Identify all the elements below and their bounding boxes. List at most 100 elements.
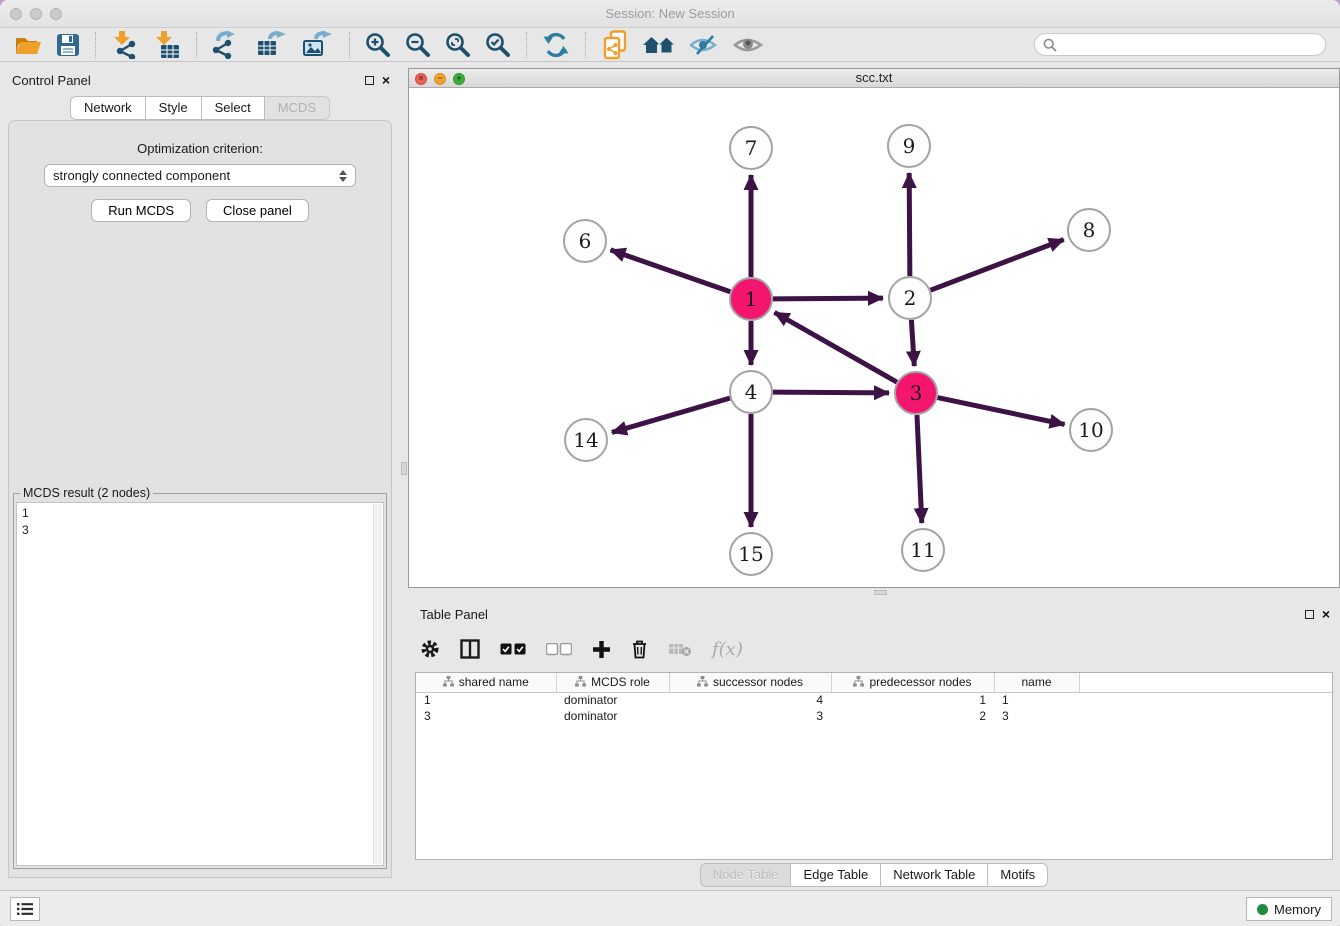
zoom-out-button[interactable] <box>398 30 438 60</box>
optimization-criterion-label: Optimization criterion: <box>9 141 391 156</box>
export-network-button[interactable] <box>205 30 249 60</box>
optimization-criterion-select[interactable]: strongly connected component <box>44 164 356 187</box>
table-cell[interactable]: 4 <box>669 692 831 708</box>
horizontal-splitter[interactable] <box>408 588 1340 596</box>
column-header-shared-name[interactable]: shared name <box>416 673 556 692</box>
table-cell[interactable]: 1 <box>416 692 556 708</box>
zoom-out-icon <box>405 32 431 58</box>
control-panel-title: Control Panel <box>12 73 365 88</box>
select-all-button[interactable] <box>500 643 526 656</box>
status-bar: Memory <box>0 890 1340 926</box>
graph-edge[interactable] <box>773 392 889 393</box>
table-cell[interactable]: 3 <box>416 708 556 724</box>
show-column-button[interactable] <box>460 639 480 659</box>
graph-node-label: 6 <box>579 229 592 253</box>
graph-edge[interactable] <box>938 398 1065 425</box>
apply-layout-button[interactable] <box>535 30 577 60</box>
search-field[interactable] <box>1034 33 1326 56</box>
zoom-in-button[interactable] <box>358 30 398 60</box>
vertical-splitter[interactable] <box>400 62 408 890</box>
control-panel: Control Panel × Network Style Select MCD… <box>0 62 400 890</box>
create-column-button[interactable] <box>592 640 611 659</box>
close-table-panel-icon[interactable]: × <box>1322 609 1330 619</box>
network-window-titlebar[interactable]: × − + scc.txt <box>409 69 1339 88</box>
tab-node-table[interactable]: Node Table <box>700 863 792 887</box>
close-panel-icon[interactable]: × <box>382 75 390 85</box>
splitter-handle[interactable] <box>874 590 887 595</box>
table-cell[interactable]: 2 <box>831 708 994 724</box>
mcds-result-fieldset: MCDS result (2 nodes) 13 <box>13 493 387 869</box>
tab-select[interactable]: Select <box>202 96 265 120</box>
graph-edge[interactable] <box>931 240 1064 291</box>
import-table-button[interactable] <box>146 30 188 60</box>
zoom-selected-button[interactable] <box>478 30 518 60</box>
column-header-successor-nodes[interactable]: successor nodes <box>669 673 831 692</box>
result-scrollbar[interactable] <box>373 504 382 864</box>
table-cell[interactable]: 3 <box>669 708 831 724</box>
home-button[interactable] <box>636 30 682 60</box>
network-graph[interactable]: 1234678910111415 <box>409 88 1339 587</box>
network-canvas[interactable]: 1234678910111415 <box>409 88 1339 587</box>
delete-columns-button[interactable] <box>631 639 648 659</box>
export-image-button[interactable] <box>295 30 341 60</box>
graph-edge[interactable] <box>773 298 883 299</box>
table-cell[interactable]: dominator <box>556 708 669 724</box>
graph-edge[interactable] <box>612 398 730 432</box>
graph-edge[interactable] <box>909 173 910 276</box>
table-cell[interactable]: 1 <box>994 692 1079 708</box>
table-cell[interactable]: 3 <box>994 708 1079 724</box>
eye-slash-icon <box>689 34 719 56</box>
task-history-button[interactable] <box>10 897 40 921</box>
graph-edge[interactable] <box>917 415 922 523</box>
tab-network[interactable]: Network <box>70 96 146 120</box>
node-table: shared name MCDS role successor nodes pr… <box>416 673 1332 724</box>
select-all-icon <box>500 643 526 656</box>
column-header-name[interactable]: name <box>994 673 1079 692</box>
graph-node-label: 2 <box>904 286 917 310</box>
close-panel-button[interactable]: Close panel <box>206 199 309 222</box>
run-mcds-button[interactable]: Run MCDS <box>91 199 191 222</box>
table-row[interactable]: 3dominator323 <box>416 708 1332 724</box>
zoom-selected-icon <box>485 32 511 58</box>
table-cell[interactable]: dominator <box>556 692 669 708</box>
mcds-result-area[interactable]: 13 <box>16 502 384 866</box>
clone-network-button[interactable] <box>594 30 636 60</box>
tab-mcds[interactable]: MCDS <box>265 96 330 120</box>
float-panel-icon[interactable] <box>365 76 374 85</box>
table-settings-button[interactable] <box>420 639 440 659</box>
search-input[interactable] <box>1062 38 1317 52</box>
tab-motifs[interactable]: Motifs <box>988 863 1048 887</box>
zoom-fit-icon <box>445 32 471 58</box>
export-table-button[interactable] <box>249 30 295 60</box>
node-table-container[interactable]: shared name MCDS role successor nodes pr… <box>415 672 1333 860</box>
column-header-predecessor-nodes[interactable]: predecessor nodes <box>831 673 994 692</box>
float-table-panel-icon[interactable] <box>1305 610 1314 619</box>
unselect-all-button[interactable] <box>546 643 572 656</box>
import-network-button[interactable] <box>104 30 146 60</box>
delete-table-button <box>668 641 692 657</box>
table-cell[interactable]: 1 <box>831 692 994 708</box>
graph-node-label: 9 <box>903 134 916 158</box>
column-header-mcds-role[interactable]: MCDS role <box>556 673 669 692</box>
memory-label: Memory <box>1274 902 1321 917</box>
tab-network-table[interactable]: Network Table <box>881 863 988 887</box>
table-row[interactable]: 1dominator411 <box>416 692 1332 708</box>
splitter-handle[interactable] <box>401 462 407 475</box>
mcds-result-title: MCDS result (2 nodes) <box>20 486 153 500</box>
memory-button[interactable]: Memory <box>1246 897 1332 921</box>
graph-edge[interactable] <box>774 312 896 382</box>
network-window: × − + scc.txt 12346789101114 <box>408 68 1340 588</box>
graph-node-label: 4 <box>745 380 758 404</box>
tab-edge-table[interactable]: Edge Table <box>791 863 881 887</box>
graph-edge[interactable] <box>911 320 914 366</box>
graph-node-label: 14 <box>573 428 598 452</box>
show-graphics-details-button[interactable] <box>726 30 770 60</box>
save-session-button[interactable] <box>49 30 87 60</box>
graph-edge[interactable] <box>610 250 730 292</box>
tab-style[interactable]: Style <box>146 96 202 120</box>
open-session-button[interactable] <box>8 30 49 60</box>
eye-icon <box>733 34 763 56</box>
zoom-fit-button[interactable] <box>438 30 478 60</box>
hide-graphics-details-button[interactable] <box>682 30 726 60</box>
table-tabs: Node Table Edge Table Network Table Moti… <box>408 860 1340 890</box>
